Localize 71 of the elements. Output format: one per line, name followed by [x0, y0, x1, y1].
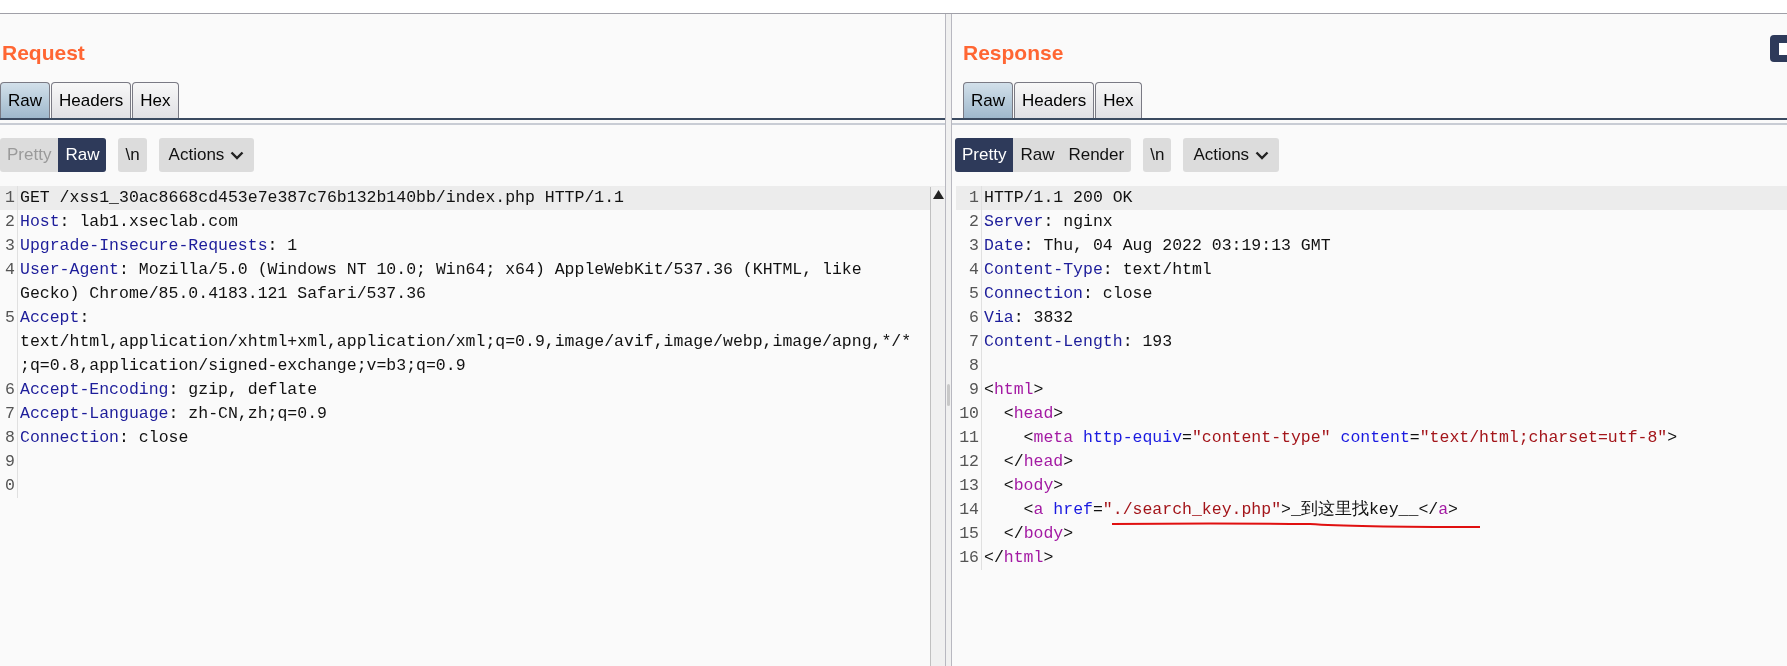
code-line: Upgrade-Insecure-Requests: 1 — [19, 235, 299, 257]
scrollbar[interactable] — [930, 187, 945, 666]
view-mode-button[interactable]: Pretty — [955, 138, 1014, 172]
chevron-down-icon — [1255, 150, 1270, 160]
pane-title: Response — [962, 40, 1064, 66]
code-line: HTTP/1.1 200 OK — [983, 187, 1134, 209]
line-number: 8 — [0, 426, 18, 450]
line-number: 14 — [956, 498, 982, 522]
code-line: GET /xss1_30ac8668cd453e7e387c76b132b140bb/index.php HTTP/1.1 — [19, 187, 625, 209]
code-line: Host: lab1.xseclab.com — [19, 211, 239, 233]
line-number: 13 — [956, 474, 982, 498]
line-number: 1 — [0, 186, 18, 210]
code-line: </html> — [983, 547, 1055, 569]
code-line: <html> — [983, 379, 1045, 401]
line-number: 7 — [956, 330, 982, 354]
line-number: 4 — [956, 258, 982, 282]
line-number: 5 — [956, 282, 982, 306]
line-number: 2 — [956, 210, 982, 234]
code-line: <body> — [1002, 475, 1065, 497]
line-number: 16 — [956, 546, 982, 570]
line-number: 15 — [956, 522, 982, 546]
code-line: User-Agent: Mozilla/5.0 (Windows NT 10.0; Win64; x64) AppleWebKit/537.36 (KHTML, like Gecko) Chrome/85.0.4183.121 Safari/537.36 — [19, 259, 863, 305]
code-line: <a href="./search_key.php">_到这里找key__</a> — [1022, 499, 1459, 521]
view-mode-button[interactable]: Render — [1061, 138, 1132, 172]
chevron-down-icon — [230, 150, 245, 160]
line-number: 6 — [0, 378, 18, 402]
code-line: Content-Type: text/html — [983, 259, 1213, 281]
code-line: Server: nginx — [983, 211, 1114, 233]
line-number: 7 — [0, 402, 18, 426]
line-number: 12 — [956, 450, 982, 474]
newline-button[interactable]: \n — [1143, 138, 1172, 172]
tab[interactable]: Hex — [132, 82, 179, 118]
tab[interactable]: Headers — [1014, 82, 1095, 118]
code-line: Accept-Encoding: gzip, deflate — [19, 379, 319, 401]
line-number: 11 — [956, 426, 982, 450]
tab[interactable]: Raw — [0, 82, 50, 118]
line-number: 4 — [0, 258, 18, 306]
scroll-up-arrow-icon[interactable] — [932, 190, 944, 199]
code-line: Connection: close — [983, 283, 1154, 305]
code-line: </head> — [1002, 451, 1075, 473]
line-number: 9 — [0, 450, 18, 474]
line-number: 2 — [0, 210, 18, 234]
view-mode-button[interactable]: Raw — [1013, 138, 1062, 172]
panel-toggle-icon[interactable] — [1770, 35, 1787, 62]
pane-title: Request — [1, 40, 85, 66]
code-line: <meta http-equiv="content-type" content="text/html;charset=utf-8"> — [1022, 427, 1679, 449]
code-line: Accept-Language: zh-CN,zh;q=0.9 — [19, 403, 328, 425]
line-number: 9 — [956, 378, 982, 402]
actions-button[interactable]: Actions — [158, 138, 255, 172]
code-line: Accept: text/html,application/xhtml+xml,application/xml;q=0.9,image/avif,image/webp,image/apng,*/*;q=0.8,application/signed-exchange;v=b3;q=0.9 — [19, 307, 913, 377]
code-line: <head> — [1002, 403, 1065, 425]
code-line: </body> — [1002, 523, 1075, 545]
line-number: 8 — [956, 354, 982, 378]
actions-button[interactable]: Actions — [1183, 138, 1280, 172]
code-line: Date: Thu, 04 Aug 2022 03:19:13 GMT — [983, 235, 1332, 257]
line-number: 1 — [956, 186, 982, 210]
line-number: 10 — [956, 402, 982, 426]
line-number: 5 — [0, 306, 18, 378]
tab[interactable]: Headers — [51, 82, 132, 118]
code-line: Via: 3832 — [983, 307, 1075, 329]
code-line: Content-Length: 193 — [983, 331, 1174, 353]
line-number: 3 — [956, 234, 982, 258]
newline-button[interactable]: \n — [118, 138, 147, 172]
view-mode-button[interactable]: Raw — [58, 138, 107, 172]
line-number: 6 — [956, 306, 982, 330]
divider-handle[interactable] — [947, 384, 950, 406]
line-number: 3 — [0, 234, 18, 258]
tab[interactable]: Hex — [1095, 82, 1142, 118]
line-number: 0 — [0, 474, 18, 498]
code-line: Connection: close — [19, 427, 190, 449]
tab[interactable]: Raw — [963, 82, 1013, 118]
